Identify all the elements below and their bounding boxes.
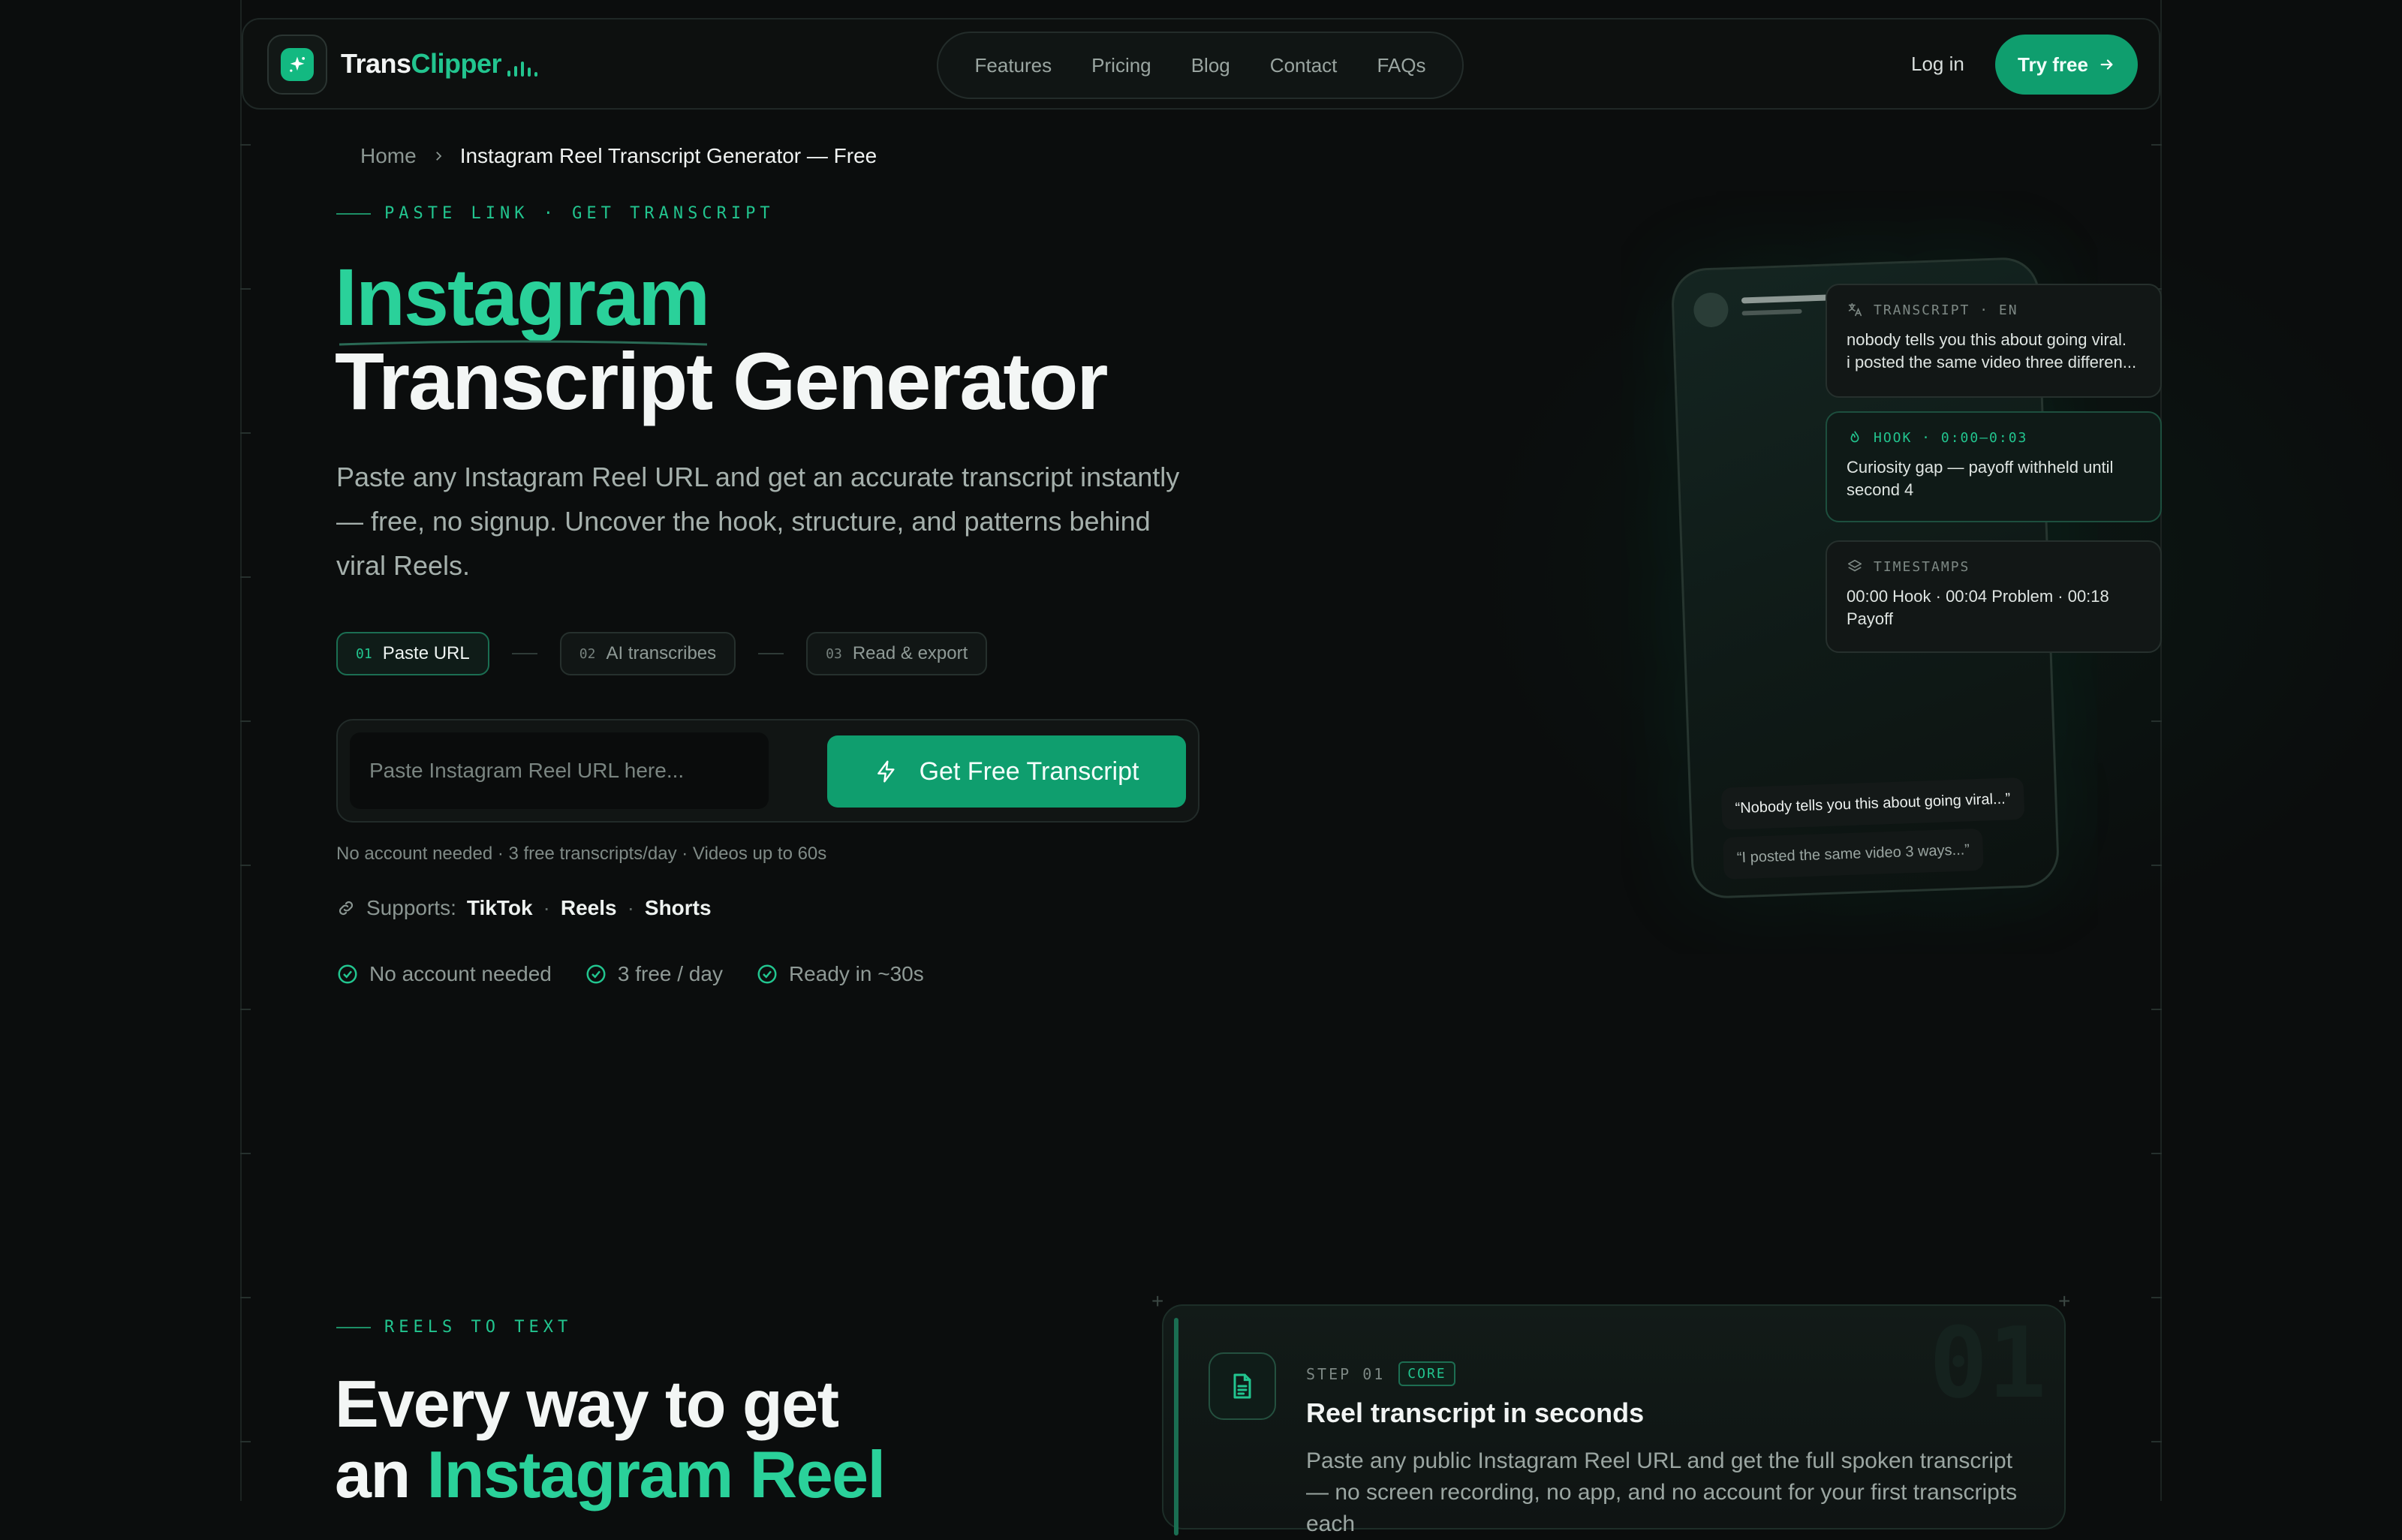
- top-navbar: TransClipper Features Pricing Blog Conta…: [242, 18, 2160, 110]
- section-title: Every way to get an Instagram Reel: [335, 1369, 885, 1510]
- platform-reels[interactable]: Reels: [561, 896, 617, 920]
- layers-icon: [1847, 558, 1863, 575]
- translate-icon: [1847, 302, 1863, 318]
- platform-shorts[interactable]: Shorts: [645, 896, 712, 920]
- page-title-line1: Instagram: [335, 255, 1106, 339]
- separator-dot: ·: [628, 896, 634, 920]
- feature-step-label: STEP 01: [1306, 1365, 1385, 1383]
- transcript-line: nobody tells you this about going viral.: [1847, 329, 2141, 351]
- step-number: 02: [579, 646, 596, 662]
- chevron-right-icon: [432, 149, 445, 163]
- step-number: 03: [826, 646, 842, 662]
- section-title-line1: Every way to get: [335, 1367, 838, 1441]
- step-label: Read & export: [853, 643, 968, 664]
- nav-link-features[interactable]: Features: [975, 54, 1052, 77]
- cta-label: Get Free Transcript: [920, 757, 1139, 787]
- process-steps: 01 Paste URL 02 AI transcribes 03 Read &…: [336, 632, 987, 675]
- card-body: Curiosity gap — payoff withheld until se…: [1847, 456, 2141, 501]
- feature-badge: CORE: [1398, 1361, 1455, 1386]
- benefit-label: 3 free / day: [618, 962, 723, 986]
- title-underline-decoration: [338, 339, 709, 347]
- supported-platforms: Supports: TikTok · Reels · Shorts: [336, 896, 712, 920]
- platform-tiktok[interactable]: TikTok: [467, 896, 533, 920]
- transcript-card: TRANSCRIPT · EN nobody tells you this ab…: [1826, 284, 2162, 398]
- subtitle-placeholder: [1741, 309, 1802, 316]
- plus-decoration: +: [1151, 1289, 1163, 1313]
- plus-decoration: +: [2058, 1289, 2070, 1313]
- brand-name-part1: Trans: [341, 48, 411, 79]
- try-free-button[interactable]: Try free: [1995, 35, 2138, 95]
- benefit-ready-time: Ready in ~30s: [756, 962, 924, 986]
- step-ai-transcribes: 02 AI transcribes: [560, 632, 736, 675]
- get-free-transcript-button[interactable]: Get Free Transcript: [827, 735, 1186, 808]
- transcript-line: i posted the same video three differen..…: [1847, 351, 2141, 374]
- nav-link-contact[interactable]: Contact: [1270, 54, 1338, 77]
- step-number: 01: [356, 646, 372, 662]
- avatar: [1693, 292, 1729, 328]
- feature-card: 01 STEP 01 CORE Reel transcript in secon…: [1162, 1304, 2066, 1529]
- breadcrumb: Home Instagram Reel Transcript Generator…: [360, 144, 877, 168]
- transcript-form: Get Free Transcript: [336, 719, 1199, 823]
- card-header: HOOK · 0:00–0:03: [1874, 430, 2027, 446]
- hero-description: Paste any Instagram Reel URL and get an …: [336, 455, 1199, 588]
- arrow-right-icon: [2099, 56, 2115, 73]
- benefit-checks: No account needed 3 free / day Ready in …: [336, 962, 924, 986]
- nav-link-blog[interactable]: Blog: [1191, 54, 1230, 77]
- timestamps-card: TIMESTAMPS 00:00 Hook · 00:04 Problem · …: [1826, 540, 2162, 653]
- feature-big-number: 01: [1929, 1306, 2047, 1420]
- hook-card: HOOK · 0:00–0:03 Curiosity gap — payoff …: [1826, 411, 2162, 522]
- check-circle-icon: [585, 963, 607, 985]
- step-separator: [758, 653, 784, 654]
- section-title-prefix: an: [335, 1437, 427, 1511]
- frame-line-left: [240, 0, 242, 1501]
- form-note: No account needed · 3 free transcripts/d…: [336, 844, 826, 865]
- check-circle-icon: [336, 963, 359, 985]
- flame-icon: [1847, 429, 1863, 446]
- feature-description: Paste any public Instagram Reel URL and …: [1306, 1445, 2019, 1540]
- sparkle-icon: [281, 48, 314, 81]
- caption-bubble-1: “Nobody tells you this about going viral…: [1721, 778, 2025, 830]
- brand-name-part2: Clipper: [411, 48, 502, 79]
- hero-eyebrow: PASTE LINK · GET TRANSCRIPT: [336, 204, 775, 223]
- nav-links: Features Pricing Blog Contact FAQs: [937, 32, 1464, 99]
- breadcrumb-current: Instagram Reel Transcript Generator — Fr…: [460, 144, 877, 168]
- logo[interactable]: [267, 35, 327, 95]
- benefit-no-account: No account needed: [336, 962, 552, 986]
- feature-title: Reel transcript in seconds: [1306, 1397, 1644, 1429]
- separator-dot: ·: [543, 896, 550, 920]
- card-body: 00:00 Hook · 00:04 Problem · 00:18 Payof…: [1847, 585, 2141, 630]
- frame-line-right: [2160, 0, 2162, 1501]
- card-header: TIMESTAMPS: [1874, 559, 1970, 575]
- check-circle-icon: [756, 963, 778, 985]
- nav-link-faqs[interactable]: FAQs: [1377, 54, 1425, 77]
- step-read-export: 03 Read & export: [806, 632, 987, 675]
- benefit-label: Ready in ~30s: [789, 962, 924, 986]
- audio-bars-icon: [507, 59, 537, 77]
- card-header: TRANSCRIPT · EN: [1874, 302, 2018, 318]
- nav-link-pricing[interactable]: Pricing: [1091, 54, 1151, 77]
- page-title-line2: Transcript Generator: [335, 339, 1106, 423]
- benefit-free-per-day: 3 free / day: [585, 962, 723, 986]
- reel-url-input[interactable]: [350, 732, 769, 809]
- step-separator: [512, 653, 537, 654]
- section-eyebrow: REELS TO TEXT: [336, 1318, 572, 1337]
- link-icon: [336, 898, 356, 918]
- try-free-label: Try free: [2018, 53, 2088, 77]
- lightning-icon: [874, 759, 898, 784]
- step-paste-url: 01 Paste URL: [336, 632, 489, 675]
- feature-accent-bar: [1174, 1318, 1178, 1535]
- step-label: Paste URL: [383, 643, 470, 664]
- section-title-highlight: Instagram Reel: [427, 1437, 885, 1511]
- step-label: AI transcribes: [606, 643, 716, 664]
- breadcrumb-home[interactable]: Home: [360, 144, 417, 168]
- caption-bubble-2: “I posted the same video 3 ways...”: [1723, 829, 1984, 880]
- document-icon: [1209, 1352, 1276, 1420]
- benefit-label: No account needed: [369, 962, 552, 986]
- login-link[interactable]: Log in: [1911, 53, 1964, 76]
- supports-label: Supports:: [366, 896, 456, 920]
- brand-name[interactable]: TransClipper: [341, 48, 501, 80]
